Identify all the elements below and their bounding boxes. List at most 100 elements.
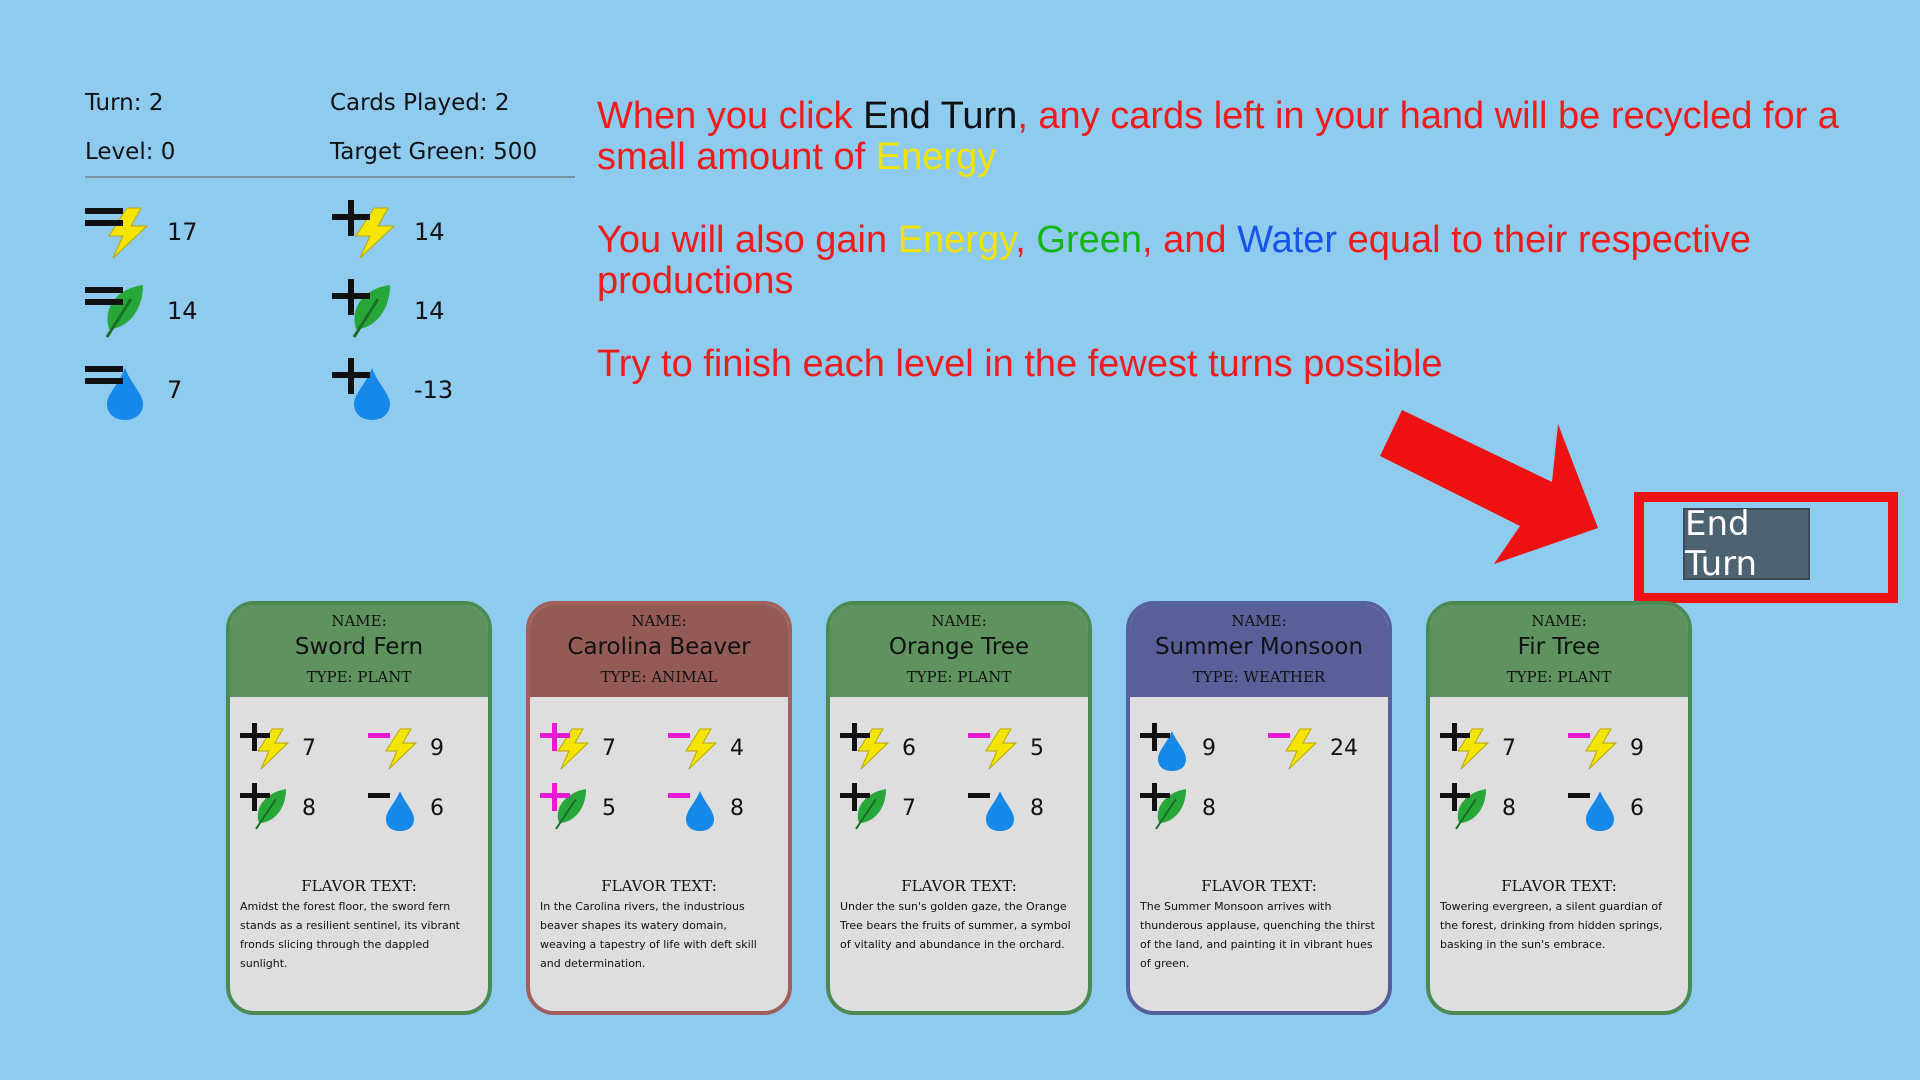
card-stat: 7 [240,723,316,773]
energy-plus-icon [1440,723,1490,770]
card-type: TYPE: WEATHER [1192,668,1326,686]
card-stat-value: 9 [430,735,444,761]
card-stat: 5 [540,783,616,833]
card-body: 6 5 7 8 FLAVOR TEXT: Under the sun's gol… [830,697,1088,1011]
green-production: 14 [332,279,445,343]
card-stat: 9 [368,723,444,773]
water-minus-icon [1568,791,1614,831]
card-name: Summer Monsoon [1154,634,1364,660]
water-minus-icon [668,791,714,831]
water-total-value: 7 [167,376,183,404]
green-production-value: 14 [414,297,445,325]
card-flavor-text: In the Carolina rivers, the industrious … [540,900,757,970]
card-flavor-label: FLAVOR TEXT: [301,877,417,895]
tutorial-line-3: Try to finish each level in the fewest t… [597,343,1443,385]
card-name: Sword Fern [294,634,424,660]
end-turn-button[interactable]: End Turn [1683,504,1810,584]
card-stat: 7 [540,723,616,773]
card-2[interactable]: NAME: Orange Tree TYPE: PLANT 6 5 7 8 FL… [826,601,1092,1015]
card-3[interactable]: NAME: Summer Monsoon TYPE: WEATHER 9 24 … [1126,601,1392,1015]
card-stat-value: 8 [730,795,744,821]
card-flavor-text: Amidst the forest floor, the sword fern … [240,900,460,970]
green-plus-icon [840,783,886,830]
card-stat: 6 [840,723,916,773]
card-flavor-text: The Summer Monsoon arrives with thundero… [1140,900,1375,970]
card-flavor-text: Under the sun's golden gaze, the Orange … [840,900,1071,951]
turn-counter: Turn: 2 [85,89,164,116]
card-stat-value: 9 [1630,735,1644,761]
card-name-label: NAME: [331,612,387,630]
card-4[interactable]: NAME: Fir Tree TYPE: PLANT 7 9 8 6 FLAVO… [1426,601,1692,1015]
card-body: 7 9 8 6 FLAVOR TEXT: Amidst the forest f… [230,697,488,1011]
card-header: NAME: Fir Tree TYPE: PLANT [1430,605,1688,697]
energy-production-value: 14 [414,218,445,246]
water-total: 7 [85,358,182,422]
card-type: TYPE: PLANT [1506,668,1612,686]
water-minus-icon [968,791,1014,831]
card-name: Carolina Beaver [567,634,751,660]
target-green-counter: Target Green: 500 [330,138,538,165]
arrow-icon [1380,410,1598,564]
water-minus-icon [368,791,414,831]
card-type: TYPE: PLANT [906,668,1012,686]
card-flavor-label: FLAVOR TEXT: [901,877,1017,895]
water-production-value: -13 [414,376,454,404]
card-stat: 24 [1268,723,1358,773]
energy-minus-icon [368,728,418,770]
water-production-icon [332,358,396,422]
card-stat: 4 [668,723,744,773]
card-stat-value: 9 [1202,735,1216,761]
card-stat-value: 24 [1330,735,1358,761]
status-panel: Turn: 2 Cards Played: 2 Level: 0 Target … [85,78,575,176]
card-stat-value: 5 [1030,735,1044,761]
card-stat-value: 5 [602,795,616,821]
card-name-label: NAME: [631,612,687,630]
card-stat: 5 [968,723,1044,773]
card-stat-value: 7 [602,735,616,761]
card-stat-value: 6 [430,795,444,821]
card-type: TYPE: PLANT [306,668,412,686]
card-flavor-label: FLAVOR TEXT: [1201,877,1317,895]
green-production-icon [332,279,396,343]
tutorial-line-2: You will also gain Energy, Green, and Wa… [597,219,1752,302]
card-name-label: NAME: [1531,612,1587,630]
card-header: NAME: Carolina Beaver TYPE: ANIMAL [530,605,788,697]
energy-minus-icon [1568,728,1618,770]
card-1[interactable]: NAME: Carolina Beaver TYPE: ANIMAL 7 4 5… [526,601,792,1015]
card-stat: 6 [1568,783,1644,833]
card-header: NAME: Sword Fern TYPE: PLANT [230,605,488,697]
energy-total: 17 [85,200,198,264]
card-body: 7 4 5 8 FLAVOR TEXT: In the Carolina riv… [530,697,788,1011]
energy-production: 14 [332,200,445,264]
card-stat-value: 8 [302,795,316,821]
energy-minus-icon [1268,728,1318,770]
card-0[interactable]: NAME: Sword Fern TYPE: PLANT 7 9 8 6 FLA… [226,601,492,1015]
card-name: Orange Tree [888,634,1030,660]
card-stat-value: 7 [902,795,916,821]
card-stat: 8 [240,783,316,833]
card-flavor-label: FLAVOR TEXT: [1501,877,1617,895]
green-total-icon [85,279,149,343]
card-stat-value: 7 [1502,735,1516,761]
card-stat-value: 7 [302,735,316,761]
stats-divider [85,176,575,178]
card-flavor-label: FLAVOR TEXT: [601,877,717,895]
card-stat-value: 6 [902,735,916,761]
water-total-icon [85,358,149,422]
card-stat: 9 [1140,723,1216,773]
energy-minus-icon [668,728,718,770]
card-stat: 8 [668,783,744,833]
card-name: Fir Tree [1517,634,1601,660]
card-stat: 6 [368,783,444,833]
card-stat: 7 [1440,723,1516,773]
water-plus-icon [1140,723,1186,771]
energy-minus-icon [968,728,1018,770]
card-body: 9 24 8 FLAVOR TEXT: The Summer Monsoon a… [1130,697,1388,1011]
card-type: TYPE: ANIMAL [600,668,718,686]
level-counter: Level: 0 [85,138,176,165]
card-name-label: NAME: [1231,612,1287,630]
energy-total-value: 17 [167,218,198,246]
card-header: NAME: Orange Tree TYPE: PLANT [830,605,1088,697]
cards-played-counter: Cards Played: 2 [330,89,510,116]
card-header: NAME: Summer Monsoon TYPE: WEATHER [1130,605,1388,697]
